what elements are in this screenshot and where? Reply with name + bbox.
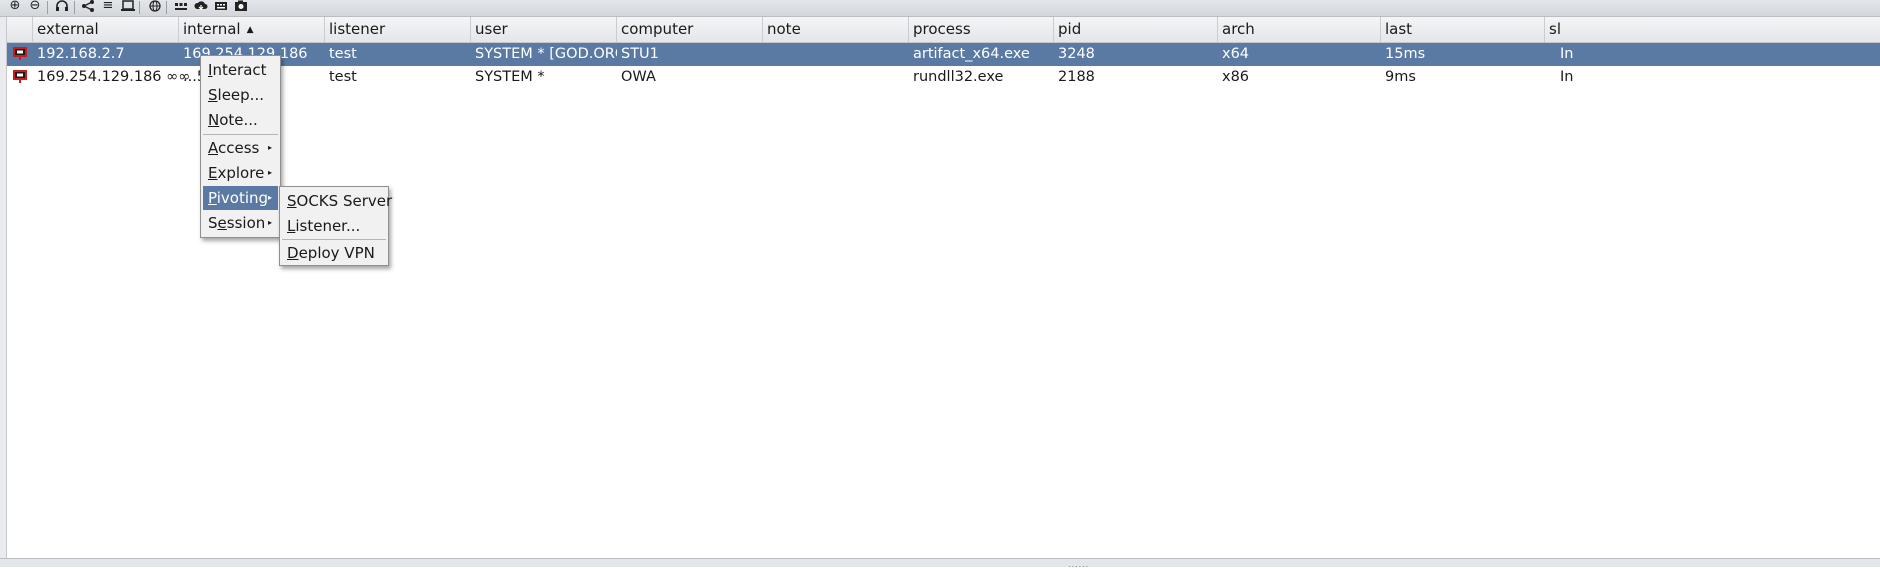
connect-icon[interactable]: ⊕: [6, 0, 24, 14]
screenshot-icon[interactable]: [232, 0, 250, 14]
toolbar-separator: [139, 1, 140, 14]
submenu-arrow-icon: ▸: [267, 168, 272, 177]
targets-icon[interactable]: [172, 0, 190, 14]
sessions-table: external internal ▲ listener user compute…: [7, 17, 1880, 558]
cell-user: SYSTEM * [GOD.ORG\...: [475, 46, 617, 62]
column-header-last[interactable]: last: [1381, 17, 1545, 42]
column-header-internal-label: internal: [183, 20, 241, 38]
cell-sleep: In: [1560, 69, 1574, 85]
cell-pid: 2188: [1058, 69, 1095, 85]
menu-item-sleep[interactable]: Sleep...: [203, 83, 278, 107]
menu-item-explore[interactable]: Explore ▸: [203, 161, 278, 185]
menu-separator: [282, 239, 386, 240]
splitter-grip-icon[interactable]: ......: [1068, 560, 1089, 569]
screen-icon[interactable]: [119, 0, 137, 14]
cell-last: 9ms: [1385, 69, 1416, 85]
menu-item-access[interactable]: Access ▸: [203, 136, 278, 160]
column-header-sleep[interactable]: sl: [1545, 17, 1880, 42]
toolbar-separator: [74, 1, 75, 14]
submenu-arrow-icon: ▸: [267, 193, 272, 202]
pivoting-submenu: SOCKS Server Listener... Deploy VPN: [279, 186, 392, 266]
menu-item-session[interactable]: Session ▸: [203, 211, 278, 235]
column-header-process[interactable]: process: [909, 17, 1054, 42]
toolbar-separator: [166, 1, 167, 14]
cell-process: artifact_x64.exe: [913, 46, 1030, 62]
cell-listener: test: [329, 69, 357, 85]
cell-user: SYSTEM *: [475, 69, 545, 85]
cell-arch: x64: [1222, 46, 1250, 62]
beacon-session-icon: [13, 47, 27, 60]
share-icon[interactable]: [79, 0, 97, 14]
cell-sleep: In: [1560, 46, 1574, 62]
globe-icon[interactable]: [146, 0, 164, 14]
menu-item-interact[interactable]: Interact: [203, 58, 278, 82]
column-header-internal[interactable]: internal ▲: [179, 17, 325, 42]
cell-computer: STU1: [621, 46, 659, 62]
list-icon[interactable]: ≡: [99, 0, 117, 14]
toolbar-separator: [47, 1, 48, 14]
column-header-note[interactable]: note: [763, 17, 909, 42]
left-gutter: [0, 17, 7, 558]
sort-ascending-icon: ▲: [246, 25, 254, 35]
submenu-arrow-icon: ▸: [267, 218, 272, 227]
menu-item-deploy-vpn[interactable]: Deploy VPN: [282, 241, 386, 265]
table-header: external internal ▲ listener user compute…: [7, 17, 1880, 43]
menu-item-note[interactable]: Note...: [203, 108, 278, 132]
headphones-icon[interactable]: [53, 0, 71, 14]
download-cloud-icon[interactable]: [192, 0, 210, 14]
beacon-session-icon: [13, 70, 27, 83]
cell-process: rundll32.exe: [913, 69, 1004, 85]
table-row[interactable]: 192.168.2.7 169.254.129.186 test SYSTEM …: [7, 43, 1880, 66]
column-header-arch[interactable]: arch: [1218, 17, 1381, 42]
table-row[interactable]: 169.254.129.186 ∞∞ ...52.138 test SYSTEM…: [7, 66, 1880, 89]
column-header-icon[interactable]: [7, 17, 33, 42]
disconnect-icon[interactable]: ⊖: [26, 0, 44, 14]
cell-last: 15ms: [1385, 46, 1426, 62]
column-header-computer[interactable]: computer: [617, 17, 763, 42]
cell-note: [763, 66, 909, 89]
column-header-external[interactable]: external: [33, 17, 179, 42]
column-header-listener[interactable]: listener: [325, 17, 471, 42]
menu-item-listener[interactable]: Listener...: [282, 214, 386, 238]
toolbar: ⊕ ⊖ ≡: [0, 0, 1880, 17]
cell-external: 192.168.2.7: [37, 46, 125, 62]
submenu-arrow-icon: ▸: [267, 143, 272, 152]
session-context-menu: Interact Sleep... Note... Access ▸ Explor…: [200, 55, 281, 238]
column-header-user[interactable]: user: [471, 17, 617, 42]
menu-item-socks-server[interactable]: SOCKS Server: [282, 189, 392, 213]
cell-pid: 3248: [1058, 46, 1095, 62]
menu-item-pivoting[interactable]: Pivoting ▸: [203, 186, 278, 210]
column-header-pid[interactable]: pid: [1054, 17, 1218, 42]
cell-arch: x86: [1222, 69, 1250, 85]
cell-computer: OWA: [621, 69, 656, 85]
cell-listener: test: [329, 46, 357, 62]
cell-note: [763, 43, 909, 66]
cell-external: 169.254.129.186 ∞∞: [37, 69, 191, 85]
menu-separator: [203, 134, 278, 135]
keyboard-icon[interactable]: [212, 0, 230, 14]
